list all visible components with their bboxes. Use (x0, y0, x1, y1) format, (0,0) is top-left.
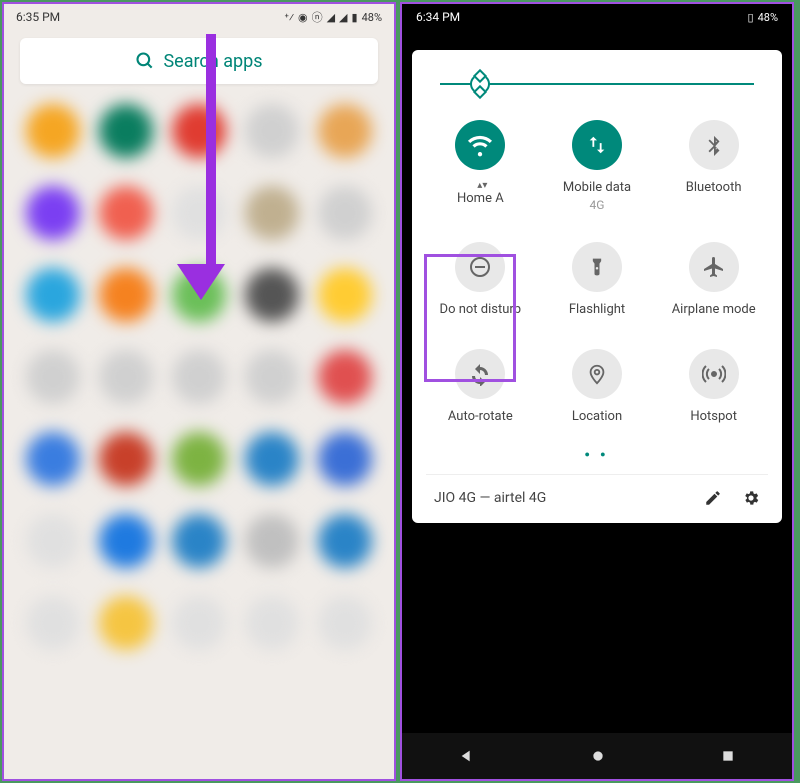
qs-label: Do not disturb (440, 302, 522, 318)
settings-icon[interactable] (742, 489, 760, 507)
app-icon[interactable] (99, 350, 153, 404)
quick-settings-panel: ▴▾Home A Mobile data 4G Bluetooth Do not dis… (412, 50, 782, 523)
edit-icon[interactable] (704, 489, 722, 507)
phone-quick-settings: 6:34 PM ▯ 48% ▴▾Home A Mobile data 4G Bluet… (400, 2, 794, 781)
app-icon[interactable] (99, 104, 153, 158)
app-icon[interactable] (318, 268, 372, 322)
qs-sublabel: 4G (590, 198, 605, 212)
home-icon[interactable] (590, 748, 606, 764)
battery-icon: ▮ (352, 11, 358, 24)
carrier-text: JIO 4G — airtel 4G (434, 490, 546, 506)
app-icon[interactable] (99, 432, 153, 486)
qs-label: Flashlight (569, 302, 625, 318)
app-icon[interactable] (26, 596, 80, 650)
app-icon[interactable] (99, 268, 153, 322)
app-icon[interactable] (245, 514, 299, 568)
status-bar: 6:35 PM ⁺⁄ ◉ ⓝ ◢ ◢ ▮ 48% (4, 4, 394, 30)
app-icon[interactable] (26, 186, 80, 240)
phone-app-drawer: 6:35 PM ⁺⁄ ◉ ⓝ ◢ ◢ ▮ 48% Search apps (2, 2, 396, 781)
brightness-thumb-icon[interactable] (470, 74, 490, 94)
status-icons: ▯ 48% (748, 11, 778, 24)
qs-tile-flashlight[interactable]: Flashlight (543, 242, 652, 318)
qs-label: Home A (457, 191, 504, 207)
app-icon[interactable] (172, 432, 226, 486)
app-icon[interactable] (99, 514, 153, 568)
expand-icon: ▴▾ (477, 180, 487, 191)
app-icon[interactable] (172, 350, 226, 404)
app-icon[interactable] (99, 186, 153, 240)
app-icon[interactable] (318, 514, 372, 568)
background-button: TURN ON NOW (550, 698, 644, 719)
qs-label: Location (572, 409, 622, 425)
app-icon[interactable] (245, 186, 299, 240)
app-icon[interactable] (172, 596, 226, 650)
swap-icon (572, 120, 622, 170)
app-icon[interactable] (245, 268, 299, 322)
panel-footer: JIO 4G — airtel 4G (426, 474, 768, 513)
qs-label: Mobile data (563, 180, 631, 196)
app-icon[interactable] (245, 350, 299, 404)
android-navbar (402, 733, 792, 779)
brightness-slider[interactable] (440, 74, 754, 94)
dnd-icon (455, 242, 505, 292)
qs-tile-dnd[interactable]: Do not disturb (426, 242, 535, 318)
qs-label: Auto-rotate (448, 409, 513, 425)
qs-tile-wifi[interactable]: ▴▾Home A (426, 120, 535, 212)
signal-icon: ◢ (327, 11, 335, 24)
app-icon[interactable] (26, 268, 80, 322)
nfc-icon: ⓝ (312, 9, 323, 25)
app-icon[interactable] (318, 596, 372, 650)
app-icon[interactable] (318, 350, 372, 404)
app-icon[interactable] (245, 432, 299, 486)
volte-icon: ⁺⁄ (285, 11, 294, 24)
qs-label: Hotspot (690, 409, 737, 425)
qs-tile-airplane[interactable]: Airplane mode (659, 242, 768, 318)
battery-icon: ▯ (748, 11, 754, 24)
airplane-icon (689, 242, 739, 292)
qs-label: Bluetooth (686, 180, 742, 196)
app-icon[interactable] (26, 104, 80, 158)
app-icon[interactable] (318, 432, 372, 486)
recent-icon[interactable] (721, 749, 735, 763)
back-icon[interactable] (459, 748, 475, 764)
app-icon[interactable] (26, 514, 80, 568)
signal-icon: ◢ (339, 11, 347, 24)
status-time: 6:35 PM (16, 10, 60, 24)
location-icon (572, 349, 622, 399)
qs-tile-bluetooth[interactable]: Bluetooth (659, 120, 768, 212)
search-icon (135, 51, 155, 71)
app-icon[interactable] (245, 104, 299, 158)
qs-tile-location[interactable]: Location (543, 349, 652, 425)
rotate-icon (455, 349, 505, 399)
wifi-icon (455, 120, 505, 170)
bluetooth-icon (689, 120, 739, 170)
app-icon[interactable] (172, 514, 226, 568)
status-icons: ⁺⁄ ◉ ⓝ ◢ ◢ ▮ 48% (285, 9, 382, 25)
app-icon[interactable] (318, 186, 372, 240)
app-icon[interactable] (245, 596, 299, 650)
page-indicator: ● ● (426, 449, 768, 460)
qs-tile-auto-rotate[interactable]: Auto-rotate (426, 349, 535, 425)
qs-label: Airplane mode (672, 302, 756, 318)
status-bar: 6:34 PM ▯ 48% (402, 4, 792, 30)
app-icon[interactable] (26, 350, 80, 404)
wifi-icon: ◉ (298, 11, 308, 24)
battery-percent: 48% (758, 11, 778, 24)
hotspot-icon (689, 349, 739, 399)
app-icon[interactable] (26, 432, 80, 486)
app-icon[interactable] (318, 104, 372, 158)
app-icon[interactable] (99, 596, 153, 650)
qs-tile-hotspot[interactable]: Hotspot (659, 349, 768, 425)
battery-percent: 48% (362, 11, 382, 24)
swipe-down-arrow (196, 34, 225, 300)
quick-settings-grid: ▴▾Home A Mobile data 4G Bluetooth Do not dis… (426, 120, 768, 425)
qs-tile-mobile-data[interactable]: Mobile data 4G (543, 120, 652, 212)
flashlight-icon (572, 242, 622, 292)
status-time: 6:34 PM (416, 10, 460, 24)
